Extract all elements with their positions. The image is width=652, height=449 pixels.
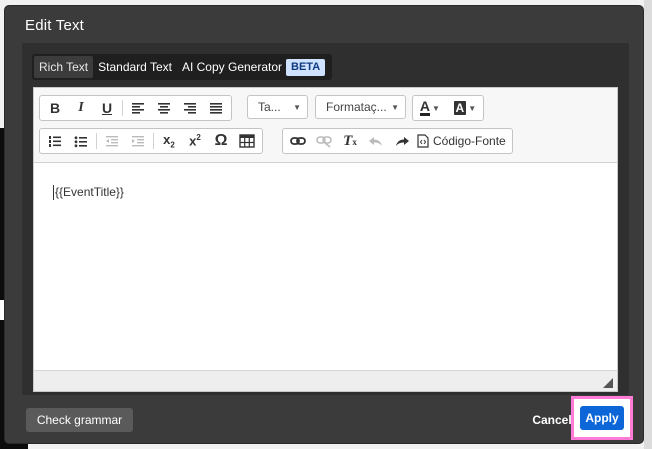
toolbar-separator bbox=[122, 100, 123, 116]
tab-rich-text[interactable]: Rich Text bbox=[34, 56, 94, 78]
align-left-button[interactable] bbox=[125, 97, 151, 119]
dialog-title: Edit Text bbox=[25, 17, 85, 34]
chevron-down-icon: ▼ bbox=[431, 103, 440, 113]
bold-glyph: B bbox=[49, 100, 61, 116]
apply-button[interactable]: Apply bbox=[580, 406, 624, 430]
text-color-button[interactable]: A ▼ bbox=[415, 97, 445, 119]
unlink-button[interactable] bbox=[311, 130, 337, 152]
tab-ai-copy-generator[interactable]: AI Copy Generator BETA bbox=[177, 56, 330, 78]
resize-handle-icon[interactable] bbox=[603, 378, 613, 388]
font-size-value: Ta... bbox=[258, 100, 281, 114]
redo-button[interactable] bbox=[389, 130, 415, 152]
bulleted-list-icon bbox=[74, 135, 87, 147]
outdent-icon bbox=[106, 136, 118, 147]
table-icon bbox=[239, 134, 255, 148]
font-size-select[interactable]: Ta... ▼ bbox=[247, 95, 308, 119]
align-left-icon bbox=[132, 103, 144, 114]
decrease-indent-button[interactable] bbox=[99, 130, 125, 152]
tab-ai-copy-generator-label: AI Copy Generator bbox=[181, 60, 283, 74]
editor-status-bar bbox=[34, 370, 617, 391]
align-justify-icon bbox=[210, 103, 222, 114]
align-center-button[interactable] bbox=[151, 97, 177, 119]
align-right-icon bbox=[184, 103, 196, 114]
edit-text-dialog: Edit Text Rich Text Standard Text AI Cop… bbox=[5, 6, 643, 443]
rich-text-editor: B I U Ta... ▼ Formataç... ▼ A ▼ A ▼ x2 x… bbox=[33, 87, 618, 392]
format-value: Formataç... bbox=[326, 100, 387, 114]
check-grammar-label: Check grammar bbox=[36, 413, 123, 427]
background-color-button[interactable]: A ▼ bbox=[449, 97, 482, 119]
editor-tabs: Rich Text Standard Text AI Copy Generato… bbox=[32, 54, 333, 80]
check-grammar-button[interactable]: Check grammar bbox=[26, 408, 133, 432]
editor-text: {{EventTitle}} bbox=[53, 185, 124, 200]
numbered-list-icon bbox=[49, 135, 61, 147]
tab-rich-text-label: Rich Text bbox=[39, 60, 89, 74]
underline-glyph: U bbox=[101, 100, 113, 116]
numbered-list-button[interactable] bbox=[42, 130, 68, 152]
source-code-icon bbox=[417, 134, 429, 148]
editor-toolbar: B I U Ta... ▼ Formataç... ▼ A ▼ A ▼ x2 x… bbox=[34, 88, 617, 163]
remove-format-icon: Tx bbox=[343, 132, 357, 149]
undo-button[interactable] bbox=[363, 130, 389, 152]
increase-indent-button[interactable] bbox=[125, 130, 151, 152]
omega-icon: Ω bbox=[214, 132, 228, 149]
subscript-button[interactable]: x2 bbox=[156, 130, 182, 152]
background-right-edge bbox=[644, 0, 652, 449]
chevron-down-icon: ▼ bbox=[293, 102, 301, 112]
italic-glyph: I bbox=[78, 100, 84, 115]
editable-content-area[interactable]: {{EventTitle}} bbox=[34, 163, 617, 363]
basic-styles-group: B I U bbox=[39, 95, 232, 121]
special-character-button[interactable]: Ω bbox=[208, 130, 234, 152]
underline-button[interactable]: U bbox=[94, 97, 120, 119]
remove-format-button[interactable]: Tx bbox=[337, 130, 363, 152]
lists-group: x2 x2 Ω bbox=[39, 128, 263, 154]
apply-label: Apply bbox=[585, 411, 619, 425]
unlink-icon bbox=[316, 136, 332, 148]
redo-icon bbox=[396, 137, 409, 146]
text-color-icon: A bbox=[419, 98, 430, 116]
undo-icon bbox=[369, 137, 382, 146]
beta-badge: BETA bbox=[286, 58, 326, 76]
italic-button[interactable]: I bbox=[68, 97, 94, 119]
background-color-icon: A bbox=[453, 101, 467, 115]
dialog-content: Rich Text Standard Text AI Copy Generato… bbox=[22, 43, 629, 395]
bulleted-list-button[interactable] bbox=[68, 130, 94, 152]
cancel-button[interactable]: Cancel bbox=[531, 408, 573, 432]
align-right-button[interactable] bbox=[177, 97, 203, 119]
align-justify-button[interactable] bbox=[203, 97, 229, 119]
table-button[interactable] bbox=[234, 130, 260, 152]
source-button[interactable]: Código-Fonte bbox=[415, 130, 510, 152]
toolbar-separator bbox=[96, 133, 97, 149]
format-select[interactable]: Formataç... ▼ bbox=[315, 95, 406, 119]
link-button[interactable] bbox=[285, 130, 311, 152]
colors-group: A ▼ A ▼ bbox=[412, 95, 484, 121]
apply-highlight: Apply bbox=[571, 396, 633, 440]
source-button-label: Código-Fonte bbox=[433, 134, 506, 148]
chevron-down-icon: ▼ bbox=[391, 102, 399, 112]
align-center-icon bbox=[158, 103, 170, 114]
chevron-down-icon: ▼ bbox=[468, 103, 477, 113]
bold-button[interactable]: B bbox=[42, 97, 68, 119]
toolbar-separator bbox=[153, 133, 154, 149]
indent-icon bbox=[132, 136, 144, 147]
subscript-icon: x2 bbox=[163, 132, 175, 150]
links-group: Tx Código-Fonte bbox=[282, 128, 513, 154]
link-icon bbox=[290, 137, 306, 145]
cancel-label: Cancel bbox=[532, 413, 572, 427]
tab-standard-text[interactable]: Standard Text bbox=[93, 56, 177, 78]
tab-standard-text-label: Standard Text bbox=[98, 60, 172, 74]
superscript-icon: x2 bbox=[189, 133, 201, 149]
superscript-button[interactable]: x2 bbox=[182, 130, 208, 152]
